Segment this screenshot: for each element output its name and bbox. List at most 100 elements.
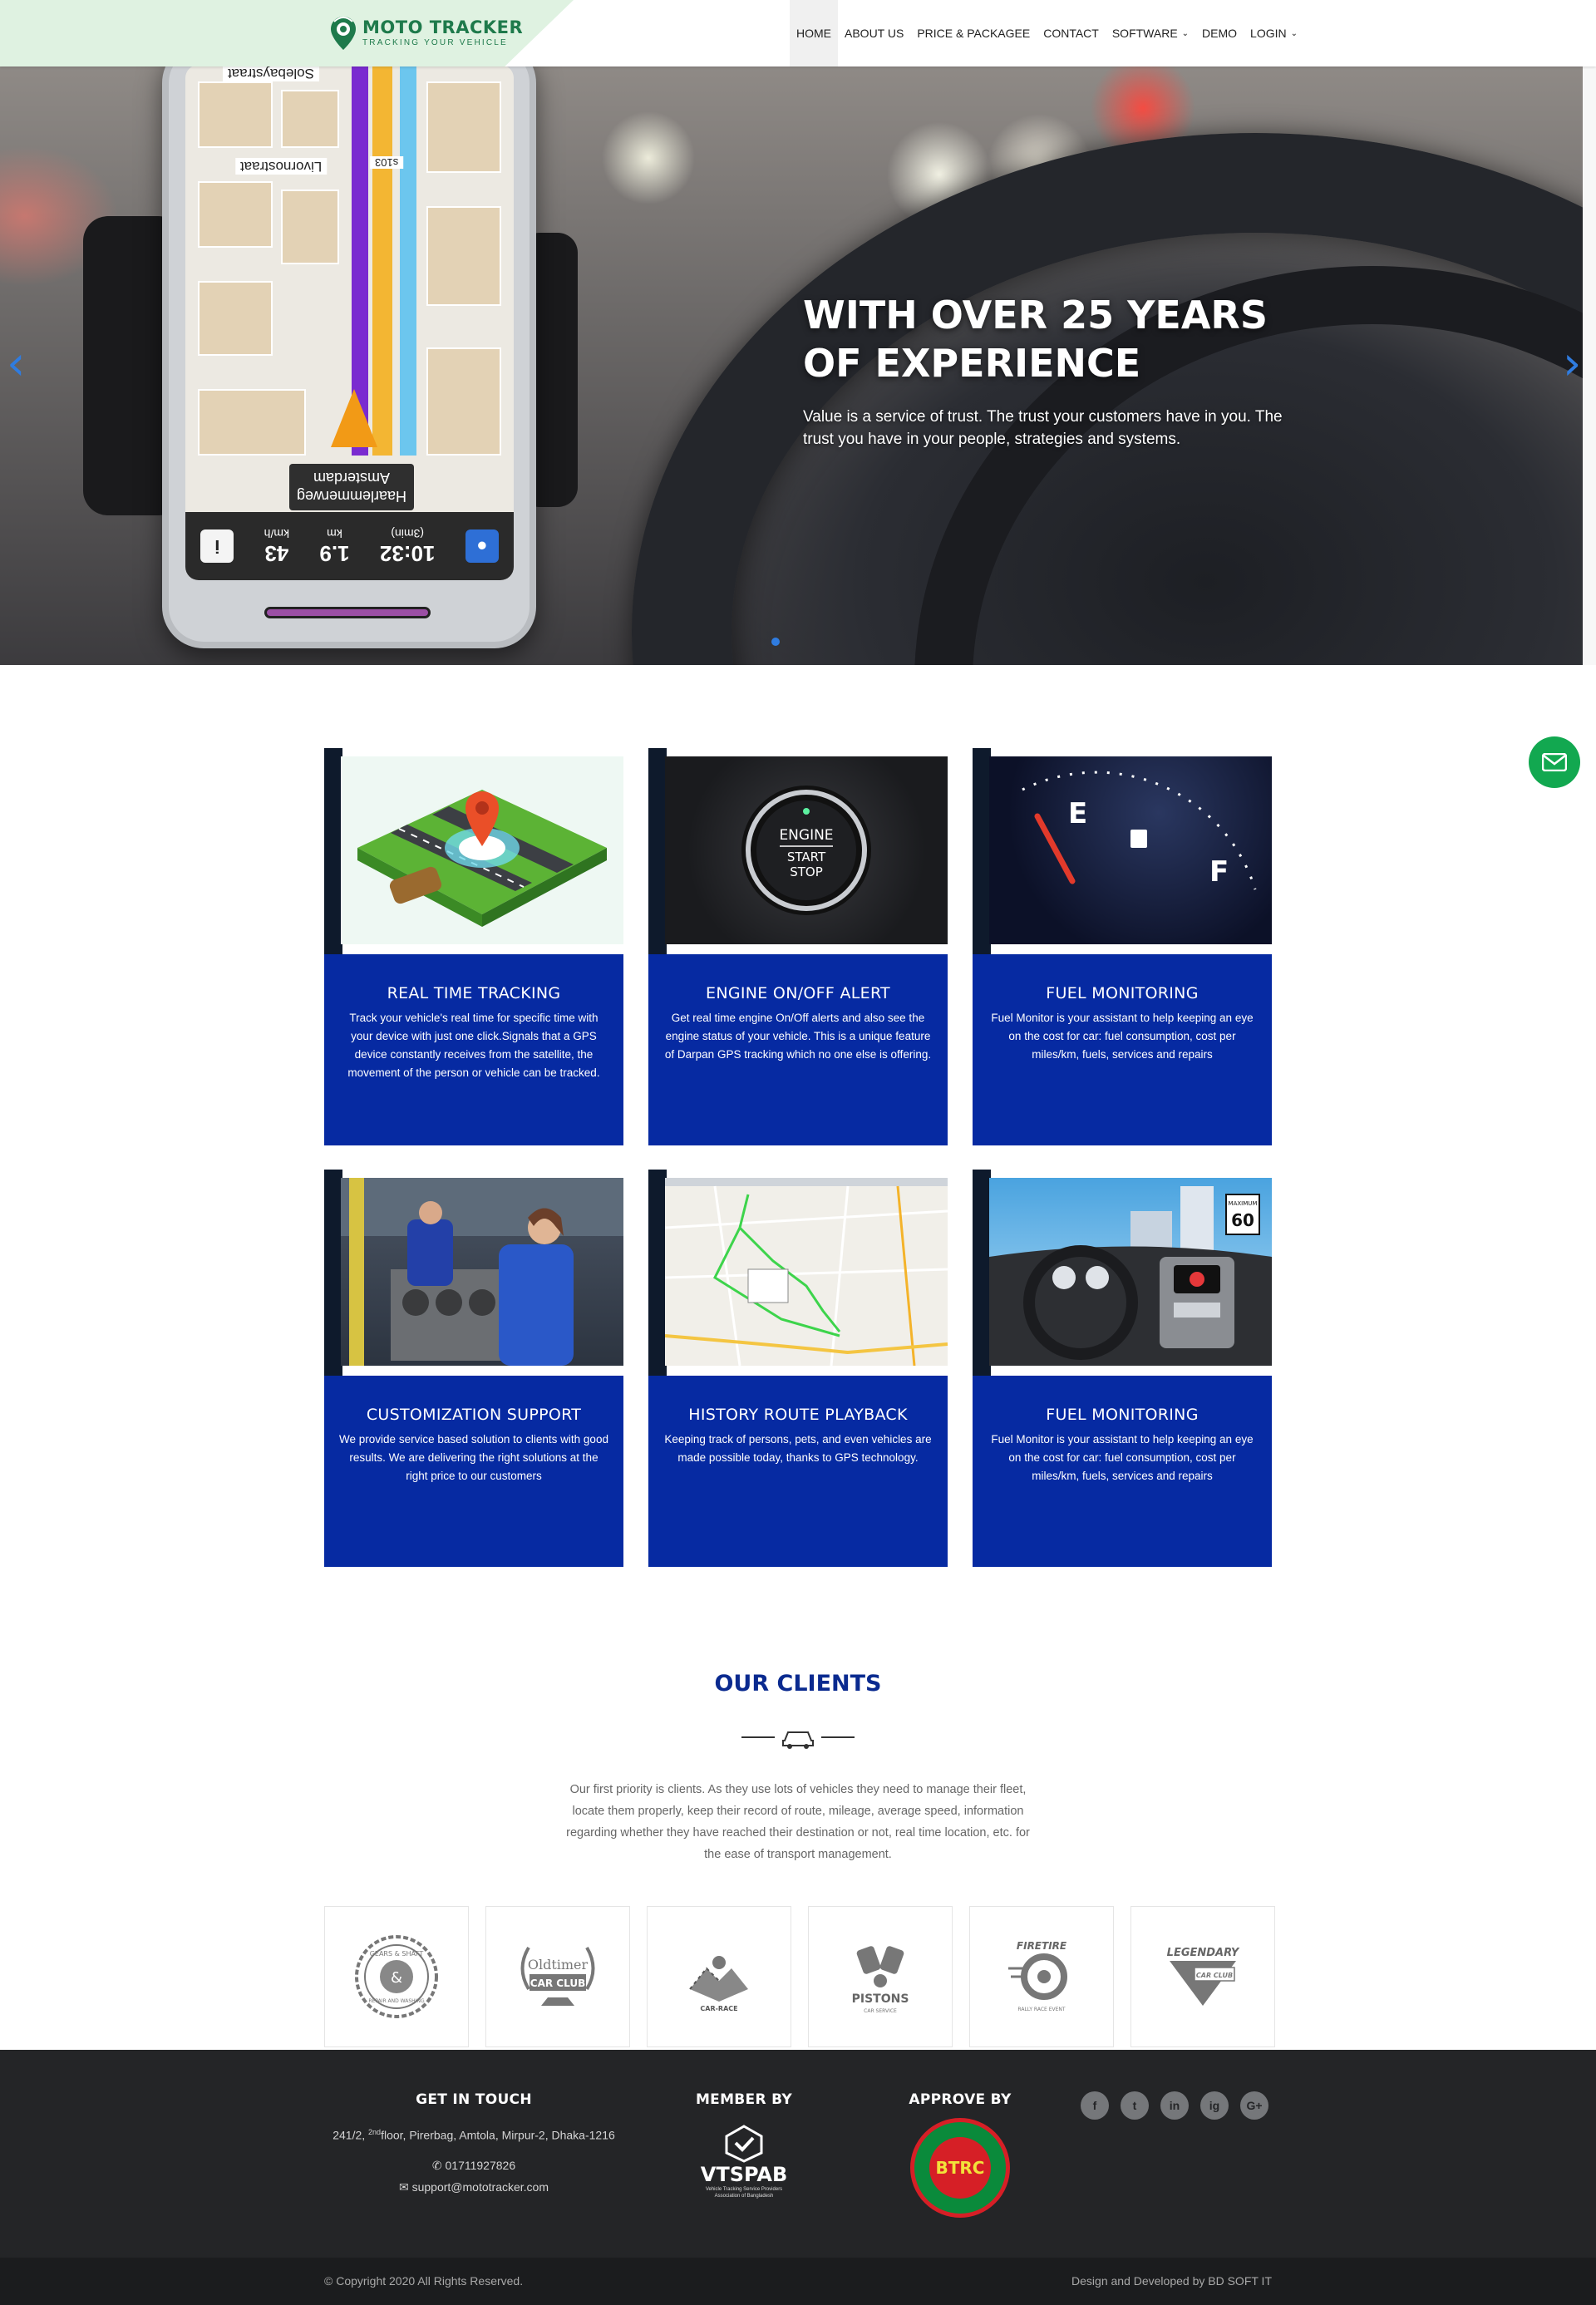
logo-tagline: TRACKING YOUR VEHICLE <box>362 38 508 47</box>
speed-sign-label: MAXIMUM <box>1229 1200 1258 1207</box>
hero-subtitle: Value is a service of trust. The trust y… <box>803 408 1283 448</box>
slider-dot[interactable] <box>771 638 780 646</box>
facebook-icon[interactable]: f <box>1081 2091 1109 2120</box>
location-pin-icon: ● <box>465 529 499 563</box>
client-logo-bottom: RALLY RACE EVENT <box>1017 2007 1065 2012</box>
btrc-logo: BTRC <box>910 2118 1010 2218</box>
info-icon: i <box>200 529 234 563</box>
facebook-glyph: f <box>1092 2099 1097 2112</box>
client-logo-firetire[interactable]: FIRETIRE RALLY RACE EVENT <box>969 1906 1114 2047</box>
card-body: ENGINE ON/OFF ALERT Get real time engine… <box>648 954 948 1145</box>
distance-unit: km <box>327 527 342 540</box>
dashboard-illustration-image: MAXIMUM 60 <box>989 1178 1272 1366</box>
footer-heading-contact: GET IN TOUCH <box>416 2091 532 2108</box>
map-block <box>281 90 339 148</box>
map-block <box>198 389 306 456</box>
clients-description: Our first priority is clients. As they u… <box>566 1783 1030 1861</box>
gps-phone-image: Solebaystraat Livornostraat s103 Haarlem… <box>162 66 536 648</box>
nav-home[interactable]: HOME <box>790 0 838 66</box>
hero-title: WITH OVER 25 YEARS OF EXPERIENCE <box>803 293 1268 386</box>
section-title-clients: OUR CLIENTS <box>714 1671 882 1697</box>
slider-next-icon[interactable]: › <box>1563 341 1581 387</box>
card-accent-bar <box>648 1170 667 1377</box>
slider-prev-icon[interactable]: ‹ <box>7 341 25 387</box>
top-navbar: MOTO TRACKER TRACKING YOUR VEHICLE HOME … <box>0 0 1596 66</box>
card-text: Get real time engine On/Off alerts and a… <box>664 1012 932 1061</box>
map-block <box>426 206 501 306</box>
client-logo-mid: CAR CLUB <box>530 1977 585 1989</box>
gauge-full-label: F <box>1209 855 1229 889</box>
footer-address: 241/2, 2ndfloor, Pirerbag, Amtola, Mirpu… <box>324 2121 623 2146</box>
address-floor-sup: 2nd <box>368 2128 382 2136</box>
street-label: Livornostraat <box>235 158 328 175</box>
nav-price-package[interactable]: PRICE & PACKAGEE <box>910 0 1037 66</box>
card-accent-bar <box>648 748 667 956</box>
feature-card-fuel-monitoring-2[interactable]: MAXIMUM 60 FUEL MONITORING Fuel Monitor … <box>973 1170 1272 1567</box>
navigation-arrow-icon <box>331 389 377 447</box>
vtspab-logo-text: VTSPAB <box>700 2163 788 2186</box>
main-nav: HOME ABOUT US PRICE & PACKAGEE CONTACT S… <box>790 0 1304 66</box>
footer-phone[interactable]: ✆ 01711927826 <box>324 2155 623 2176</box>
stop-label: STOP <box>790 864 823 879</box>
nav-price-package-label: PRICE & PACKAGEE <box>917 27 1031 40</box>
client-logo-mid: CAR-RACE <box>700 2005 737 2012</box>
nav-about-us[interactable]: ABOUT US <box>838 0 910 66</box>
nav-software[interactable]: SOFTWARE ⌄ <box>1106 0 1195 66</box>
engine-label: ENGINE <box>779 827 833 844</box>
client-logo-top: FIRETIRE <box>1017 1940 1067 1952</box>
chevron-down-icon: ⌄ <box>1290 28 1298 38</box>
vtspab-logo: VTSPAB Vehicle Tracking Service Provider… <box>673 2125 815 2199</box>
client-logo-pistons[interactable]: PISTONS CAR SERVICE <box>808 1906 953 2047</box>
nav-home-label: HOME <box>796 27 831 40</box>
address-part: 241/2, <box>332 2128 369 2142</box>
nav-demo-label: DEMO <box>1202 27 1238 40</box>
nav-about-us-label: ABOUT US <box>845 27 904 40</box>
footer-contact: GET IN TOUCH 241/2, 2ndfloor, Pirerbag, … <box>324 2091 623 2198</box>
feature-card-real-time-tracking[interactable]: REAL TIME TRACKING Track your vehicle's … <box>324 748 623 1145</box>
nav-contact[interactable]: CONTACT <box>1037 0 1106 66</box>
road-number-label: s103 <box>370 156 404 169</box>
map-block <box>198 81 273 148</box>
envelope-icon: ✉ <box>398 2179 412 2194</box>
client-logo-top: LEGENDARY <box>1167 1947 1240 1959</box>
gps-status-bar: ● 10:32 (3min) 1.9 km 43 km/h i <box>185 512 514 580</box>
footer-email[interactable]: ✉ support@mototracker.com <box>324 2176 623 2198</box>
card-title: FUEL MONITORING <box>1046 1406 1199 1424</box>
footer-phone-value: 01711927826 <box>445 2158 516 2172</box>
fuel-gauge-image: E F <box>989 756 1272 944</box>
instagram-icon[interactable]: ig <box>1200 2091 1229 2120</box>
client-logo-legendary[interactable]: LEGENDARY CAR CLUB <box>1130 1906 1275 2047</box>
nav-demo[interactable]: DEMO <box>1195 0 1244 66</box>
feature-card-customization-support[interactable]: CUSTOMIZATION SUPPORT We provide service… <box>324 1170 623 1567</box>
card-accent-bar <box>973 1170 991 1377</box>
card-text: Track your vehicle's real time for speci… <box>347 1012 600 1079</box>
distance-value: 1.9 <box>319 541 350 566</box>
google-plus-icon[interactable]: G+ <box>1240 2091 1268 2120</box>
feature-card-engine-alert[interactable]: ENGINE START STOP ENGINE ON/OFF ALERT Ge… <box>648 748 948 1145</box>
linkedin-icon[interactable]: in <box>1160 2091 1189 2120</box>
client-logo-bottom: CAR SERVICE <box>864 2008 897 2014</box>
page-edge <box>1583 66 1596 665</box>
client-logo-car-race[interactable]: CAR-RACE <box>647 1906 791 2047</box>
nav-login[interactable]: LOGIN ⌄ <box>1244 0 1304 66</box>
client-logo-oldtimer-car-club[interactable]: Oldtimer CAR CLUB <box>485 1906 630 2047</box>
engine-start-button-image: ENGINE START STOP <box>665 756 948 944</box>
floating-mail-button[interactable] <box>1529 736 1580 788</box>
developer-credit[interactable]: Design and Developed by BD SOFT IT <box>1071 2274 1272 2288</box>
speed-unit: km/h <box>264 527 289 540</box>
road-line <box>400 66 416 456</box>
feature-card-fuel-monitoring[interactable]: E F FUEL MONITORING Fuel Monitor is your… <box>973 748 1272 1145</box>
card-accent-bar <box>324 1170 342 1377</box>
twitter-icon[interactable]: t <box>1121 2091 1149 2120</box>
gauge-empty-label: E <box>1068 797 1087 830</box>
mechanics-image <box>341 1178 623 1366</box>
feature-card-history-route[interactable]: HISTORY ROUTE PLAYBACK Keeping track of … <box>648 1170 948 1567</box>
site-footer: GET IN TOUCH 241/2, 2ndfloor, Pirerbag, … <box>0 2050 1596 2258</box>
eta-time: 10:32 <box>379 541 436 566</box>
client-logo-mid: & <box>391 1969 402 1987</box>
envelope-icon <box>1542 753 1567 771</box>
section-divider <box>741 1722 855 1752</box>
map-block <box>198 181 273 248</box>
site-logo[interactable]: MOTO TRACKER TRACKING YOUR VEHICLE <box>329 10 523 57</box>
client-logo-gears-shaft[interactable]: GEARS & SHAFT & REPAIR AND WASHING <box>324 1906 469 2047</box>
